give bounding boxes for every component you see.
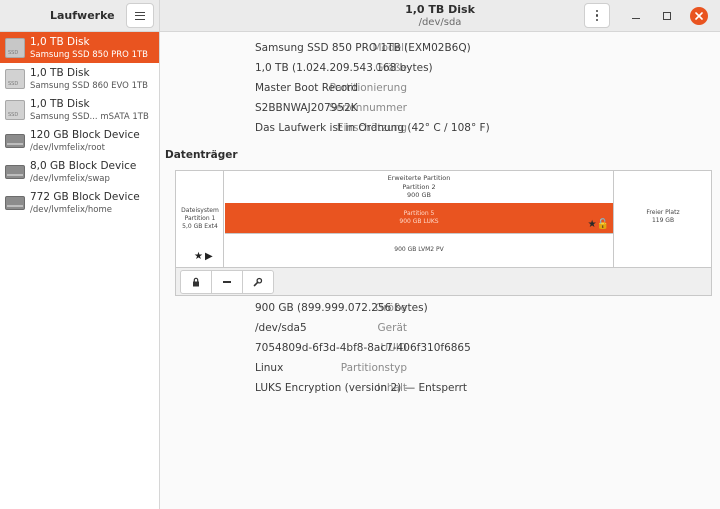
block-device-icon	[5, 196, 25, 210]
sidebar-header: Laufwerke	[0, 0, 160, 32]
volume-lvm-label: 900 GB LVM2 PV	[394, 246, 444, 253]
ssd-icon	[5, 100, 25, 120]
partition-options-button[interactable]	[242, 270, 274, 294]
volume-parttype-row: Partitionstyp Linux	[161, 362, 720, 378]
drive-partitioning-value: Master Boot Record	[255, 82, 358, 94]
star-icon: ★	[587, 219, 597, 230]
delete-partition-button[interactable]	[211, 270, 243, 294]
device-name: 1,0 TB Disk	[30, 67, 90, 79]
drive-options-button[interactable]	[584, 3, 610, 28]
volume-fs-size: 5,0 GB Ext4	[182, 223, 218, 230]
kebab-dot-icon	[595, 18, 599, 22]
volume-size-value: 900 GB (899.999.072.256 bytes)	[255, 302, 428, 314]
hamburger-icon	[135, 11, 145, 20]
volume-fs-partition: Partition 1	[184, 215, 216, 222]
volume-lvm-pv[interactable]: 900 GB LVM2 PV	[225, 233, 613, 267]
drive-details: Modell Samsung SSD 850 PRO 1TB (EXM02B6Q…	[161, 32, 720, 509]
sidebar-item-disk-860-evo[interactable]: 1,0 TB Disk Samsung SSD 860 EVO 1TB	[0, 63, 159, 94]
volume-extended-size: 900 GB	[407, 191, 431, 199]
volume-device-label: Gerät	[377, 322, 407, 334]
drive-model-value: Samsung SSD 850 PRO 1TB (EXM02B6Q)	[255, 42, 471, 54]
device-description: Samsung SSD... mSATA 1TB	[30, 112, 149, 122]
volume-uuid-row: UUID 7054809d-6f3d-4bf8-8ac7-406f310f686…	[161, 342, 720, 358]
drive-assessment-row: Einschätzung Das Laufwerk ist in Ordnung…	[161, 122, 720, 138]
device-name: 8,0 GB Block Device	[30, 160, 137, 172]
block-device-icon	[5, 134, 25, 148]
volume-map: Dateisystem Partition 1 5,0 GB Ext4 ★▶ E…	[175, 170, 712, 268]
sidebar-item-block-swap[interactable]: 8,0 GB Block Device /dev/lvmfelix/swap	[0, 156, 159, 187]
drive-subtitle: /dev/sda	[418, 17, 462, 28]
volume-free-label: Freier Platz	[646, 209, 680, 216]
gears-icon	[253, 277, 263, 287]
minimize-icon	[632, 17, 640, 20]
volumes-section-title: Datenträger	[165, 149, 238, 161]
lock-volume-button[interactable]	[180, 270, 212, 294]
window-title: 1,0 TB Disk /dev/sda	[340, 3, 540, 28]
drive-size-value: 1,0 TB (1.024.209.543.168 bytes)	[255, 62, 433, 74]
app-title: Laufwerke	[50, 9, 115, 22]
close-icon	[695, 12, 703, 20]
block-device-icon	[5, 165, 25, 179]
volume-uuid-value: 7054809d-6f3d-4bf8-8ac7-406f310f6865	[255, 342, 471, 354]
device-name: 120 GB Block Device	[30, 129, 140, 141]
star-icon: ★	[194, 251, 205, 262]
kebab-dot-icon	[595, 9, 599, 13]
device-name: 772 GB Block Device	[30, 191, 140, 203]
device-sidebar: 1,0 TB Disk Samsung SSD 850 PRO 1TB 1,0 …	[0, 32, 160, 509]
ssd-icon	[5, 38, 25, 58]
drive-assessment-value: Das Laufwerk ist in Ordnung (42° C / 108…	[255, 122, 490, 134]
sidebar-item-block-home[interactable]: 772 GB Block Device /dev/lvmfelix/home	[0, 187, 159, 218]
drive-serial-row: Seriennummer S2BBNWAJ207952K	[161, 102, 720, 118]
unlocked-icon: 🔓	[596, 219, 609, 230]
volume-fs-type: Dateisystem	[181, 207, 219, 214]
volume-parttype-label: Partitionstyp	[340, 362, 407, 374]
volume-device-row: Gerät /dev/sda5	[161, 322, 720, 338]
volume-p5-size: 900 GB LUKS	[399, 218, 439, 225]
maximize-button[interactable]	[658, 7, 676, 25]
volume-parttype-value: Linux	[255, 362, 284, 374]
drive-serial-value: S2BBNWAJ207952K	[255, 102, 358, 114]
volume-p5-partition: Partition 5	[403, 210, 435, 217]
volume-partition-1[interactable]: Dateisystem Partition 1 5,0 GB Ext4 ★▶	[176, 171, 224, 267]
volume-size-row: Größe 900 GB (899.999.072.256 bytes)	[161, 302, 720, 318]
main-menu-button[interactable]	[126, 3, 154, 28]
header-bar: Laufwerke 1,0 TB Disk /dev/sda	[0, 0, 720, 32]
volume-extended-partition: Erweiterte Partition Partition 2 900 GB …	[225, 171, 613, 267]
device-description: /dev/lvmfelix/root	[30, 143, 105, 153]
device-description: Samsung SSD 860 EVO 1TB	[30, 81, 149, 91]
device-description: Samsung SSD 850 PRO 1TB	[30, 50, 149, 60]
device-name: 1,0 TB Disk	[30, 36, 90, 48]
ssd-icon	[5, 69, 25, 89]
device-name: 1,0 TB Disk	[30, 98, 90, 110]
sidebar-item-block-root[interactable]: 120 GB Block Device /dev/lvmfelix/root	[0, 125, 159, 156]
drive-title: 1,0 TB Disk	[405, 3, 475, 16]
volume-contents-value: LUKS Encryption (version 2) — Entsperrt	[255, 382, 468, 394]
volume-device-value: /dev/sda5	[255, 322, 307, 334]
volume-extended-type: Erweiterte Partition	[387, 174, 451, 182]
volume-partition-5[interactable]: Partition 5 900 GB LUKS ★🔓	[225, 203, 613, 233]
minimize-button[interactable]	[627, 7, 645, 25]
drive-model-row: Modell Samsung SSD 850 PRO 1TB (EXM02B6Q…	[161, 42, 720, 58]
volume-contents-row: Inhalt LUKS Encryption (version 2) — Ent…	[161, 382, 720, 398]
device-description: /dev/lvmfelix/home	[30, 205, 112, 215]
minus-icon	[223, 281, 231, 283]
volume-toolbar	[175, 268, 712, 296]
play-icon: ▶	[204, 251, 215, 262]
volume-extended-partition: Partition 2	[402, 182, 436, 191]
kebab-dot-icon	[595, 14, 599, 17]
volume-free-size: 119 GB	[651, 217, 675, 224]
close-button[interactable]	[690, 7, 708, 25]
volume-extended-header[interactable]: Erweiterte Partition Partition 2 900 GB	[225, 171, 613, 203]
drive-size-row: Größe 1,0 TB (1.024.209.543.168 bytes)	[161, 62, 720, 78]
sidebar-item-disk-850-pro[interactable]: 1,0 TB Disk Samsung SSD 850 PRO 1TB	[0, 32, 159, 63]
drive-partitioning-row: Partitionierung Master Boot Record	[161, 82, 720, 98]
volume-free-space[interactable]: Freier Platz 119 GB	[613, 171, 711, 267]
sidebar-item-disk-msata[interactable]: 1,0 TB Disk Samsung SSD... mSATA 1TB	[0, 94, 159, 125]
maximize-icon	[663, 12, 671, 20]
device-description: /dev/lvmfelix/swap	[30, 174, 110, 184]
lock-icon	[193, 277, 199, 287]
